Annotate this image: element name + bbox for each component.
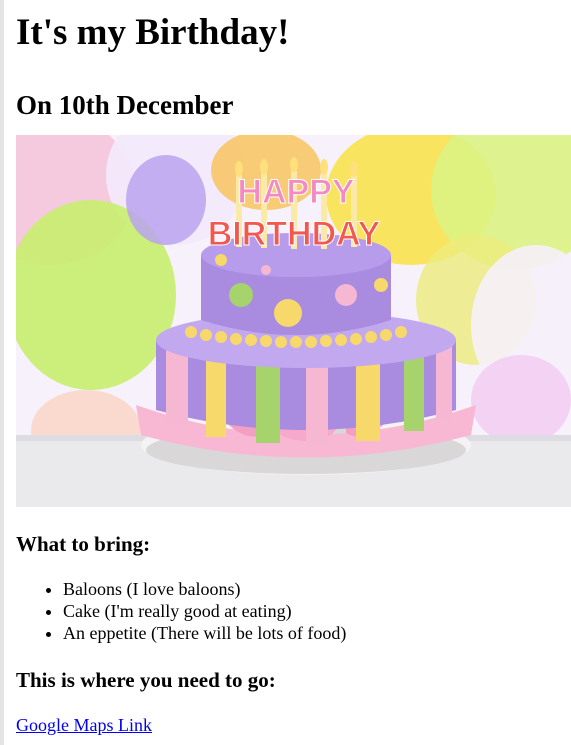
list-item: Baloons (I love baloons) [63,578,346,600]
candle-letters-happy: HAPPY [237,173,354,211]
page-title: It's my Birthday! [16,12,290,53]
list-item: An eppetite (There will be lots of food) [63,622,346,644]
birthday-cake-image: HAPPY BIRTHDAY [16,135,571,507]
what-to-bring-heading: What to bring: [16,532,151,556]
directions-heading: This is where you need to go: [16,668,276,692]
google-maps-link[interactable]: Google Maps Link [16,714,152,736]
page-subtitle: On 10th December [16,90,234,120]
page-content: It's my Birthday! On 10th December HAPPY… [16,0,571,735]
viewport-left-edge [0,0,4,745]
cake-illustration: HAPPY BIRTHDAY [16,135,571,507]
bring-list: Baloons (I love baloons) Cake (I'm reall… [16,578,346,644]
candle-letters-birthday: BIRTHDAY [208,215,381,253]
list-item: Cake (I'm really good at eating) [63,600,346,622]
